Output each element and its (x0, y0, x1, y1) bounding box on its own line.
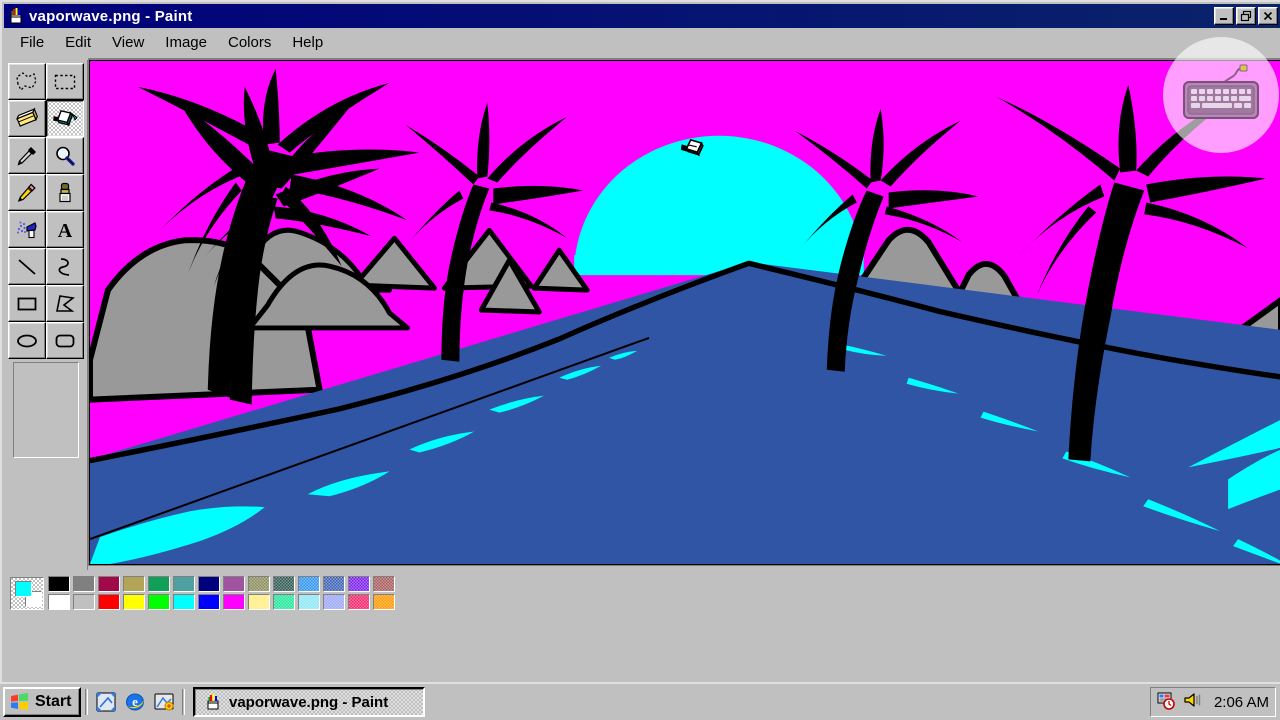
window-title: vaporwave.png - Paint (29, 7, 193, 25)
system-tray: 2:06 AM (1149, 687, 1276, 717)
palette-swatch[interactable] (323, 594, 345, 610)
internet-explorer-icon[interactable]: e (123, 690, 147, 714)
palette-swatch[interactable] (148, 594, 170, 610)
palette-grid (48, 576, 397, 611)
foreground-color-swatch[interactable] (15, 581, 32, 597)
tool-fill-with-color[interactable] (46, 100, 84, 137)
minimize-button[interactable] (1214, 7, 1234, 25)
windows-logo-icon (11, 693, 28, 710)
palette-swatch[interactable] (198, 576, 220, 592)
palette-swatch[interactable] (148, 576, 170, 592)
tool-magnifier[interactable] (46, 137, 84, 174)
artwork-vaporwave (90, 61, 1280, 564)
palette-swatch[interactable] (248, 594, 270, 610)
palette-swatch[interactable] (173, 594, 195, 610)
palette-swatch[interactable] (323, 576, 345, 592)
taskbar-button-paint[interactable]: vaporwave.png - Paint (193, 687, 425, 717)
taskbar-button-label: vaporwave.png - Paint (229, 693, 389, 711)
tool-pencil[interactable] (8, 174, 46, 211)
palette-swatch[interactable] (198, 594, 220, 610)
palette-swatch[interactable] (223, 594, 245, 610)
task-button-area: vaporwave.png - Paint (189, 687, 1150, 717)
taskbar-clock[interactable]: 2:06 AM (1208, 694, 1269, 711)
tool-curve[interactable] (46, 248, 84, 285)
tool-airbrush[interactable] (8, 211, 46, 248)
color-palette-bar (2, 571, 1280, 619)
tool-rounded-rectangle[interactable] (46, 322, 84, 359)
taskbar-divider-1 (85, 689, 88, 715)
close-button[interactable] (1258, 7, 1278, 25)
tool-eraser[interactable] (8, 100, 46, 137)
canvas-scroll-area (88, 58, 1280, 566)
palette-swatch[interactable] (223, 576, 245, 592)
tool-polygon[interactable] (46, 285, 84, 322)
palette-swatch[interactable] (373, 594, 395, 610)
palette-swatch[interactable] (173, 576, 195, 592)
tool-options-panel (13, 362, 79, 458)
menu-help[interactable]: Help (282, 31, 334, 55)
palette-swatch[interactable] (298, 576, 320, 592)
desktop-screen: vaporwave.png - Paint File Edit View Ima… (0, 0, 1280, 720)
quick-launch-bar: e (92, 690, 178, 714)
palette-swatch[interactable] (273, 594, 295, 610)
palette-swatch[interactable] (123, 576, 145, 592)
tool-brush[interactable] (46, 174, 84, 211)
paint-program-icon (7, 7, 25, 25)
palette-swatch[interactable] (48, 576, 70, 592)
tool-ellipse[interactable] (8, 322, 46, 359)
palette-swatch[interactable] (73, 594, 95, 610)
menu-colors[interactable]: Colors (218, 31, 282, 55)
window-titlebar[interactable]: vaporwave.png - Paint (4, 4, 1280, 28)
tool-rectangle[interactable] (8, 285, 46, 322)
menu-view[interactable]: View (102, 31, 155, 55)
palette-swatch[interactable] (348, 594, 370, 610)
maximize-button[interactable] (1236, 7, 1256, 25)
palette-swatch[interactable] (48, 594, 70, 610)
palette-swatch[interactable] (98, 576, 120, 592)
tool-free-form-select[interactable] (8, 63, 46, 100)
palette-swatch[interactable] (273, 576, 295, 592)
show-desktop-icon[interactable] (94, 690, 118, 714)
palette-swatch[interactable] (73, 576, 95, 592)
start-button-label: Start (35, 693, 72, 710)
menu-file[interactable]: File (10, 31, 55, 55)
menu-bar: File Edit View Image Colors Help (4, 30, 1280, 56)
palette-swatch[interactable] (248, 576, 270, 592)
view-channels-icon[interactable] (152, 690, 176, 714)
paint-program-icon (207, 694, 219, 710)
palette-swatch[interactable] (373, 576, 395, 592)
palette-swatch[interactable] (298, 594, 320, 610)
current-colors-indicator[interactable] (10, 577, 44, 610)
taskbar: Start e vaporwave.png - Paint 2:06 AM (0, 682, 1280, 720)
menu-edit[interactable]: Edit (55, 31, 102, 55)
tool-grid: A (8, 63, 84, 359)
window-controls (1214, 7, 1278, 25)
tool-pick-color[interactable] (8, 137, 46, 174)
paint-client-area: A (2, 58, 1280, 720)
tool-rectangle-select[interactable] (46, 63, 84, 100)
paint-window: vaporwave.png - Paint File Edit View Ima… (0, 0, 1280, 720)
svg-text:e: e (132, 694, 138, 709)
start-button[interactable]: Start (3, 687, 81, 717)
task-scheduler-icon[interactable] (1156, 690, 1178, 715)
tool-text[interactable]: A (46, 211, 84, 248)
taskbar-divider-2 (182, 689, 185, 715)
palette-swatch[interactable] (123, 594, 145, 610)
menu-image[interactable]: Image (155, 31, 218, 55)
svg-text:A: A (58, 220, 73, 242)
tool-line[interactable] (8, 248, 46, 285)
palette-swatch[interactable] (348, 576, 370, 592)
palette-swatch[interactable] (98, 594, 120, 610)
canvas[interactable] (89, 60, 1280, 565)
volume-icon[interactable] (1182, 690, 1204, 715)
toolbox: A (3, 60, 88, 570)
